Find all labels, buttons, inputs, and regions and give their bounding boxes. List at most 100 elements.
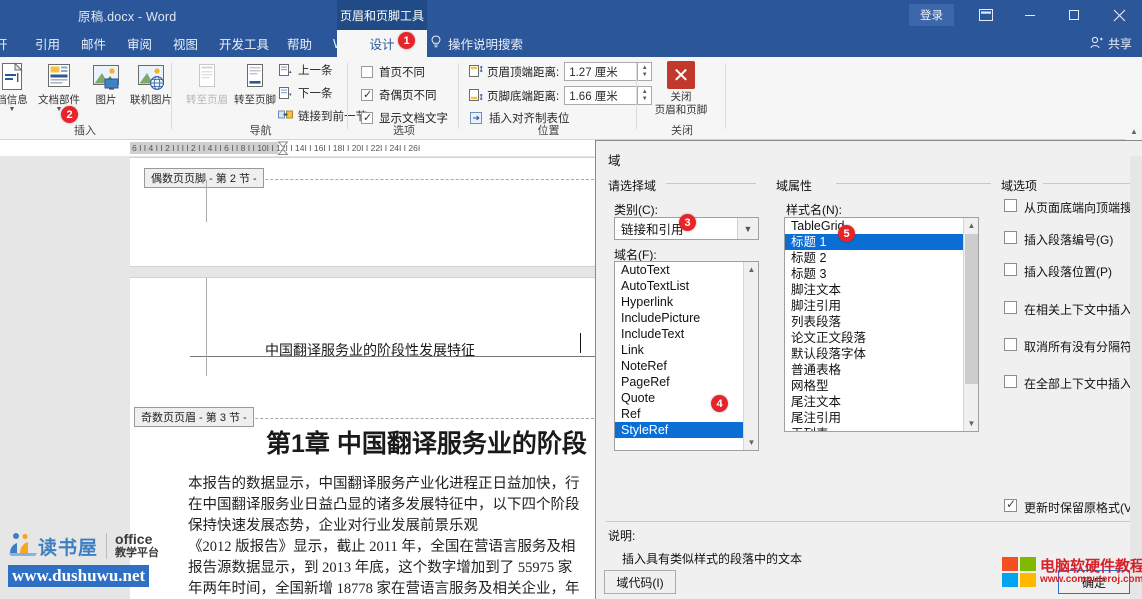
ribbon-button-goto-header[interactable]: 转至页眉 (181, 60, 233, 106)
step-badge-3: 3 (679, 214, 696, 231)
watermark-url: www.dushuwu.net (8, 565, 149, 587)
list-item[interactable]: AutoTextList (615, 278, 758, 294)
option-suppress-nondelimiter[interactable]: 取消所有没有分隔符号的字 (1004, 338, 1142, 355)
scroll-up-arrow[interactable]: ▲ (1126, 122, 1142, 140)
scroll-up-icon[interactable]: ▲ (964, 218, 979, 233)
maximize-icon[interactable] (1052, 0, 1096, 30)
footer-from-bottom-icon (468, 88, 483, 103)
goto-footer-icon (229, 60, 281, 94)
goto-header-icon (181, 60, 233, 94)
tab-mailings[interactable]: 邮件 (72, 30, 115, 57)
field-names-scrollbar[interactable]: ▲ ▼ (743, 262, 758, 450)
ribbon-item-previous[interactable]: 上一条 (277, 62, 333, 78)
list-item[interactable]: Link (615, 342, 758, 358)
style-names-scrollbar[interactable]: ▲ ▼ (963, 218, 978, 431)
section-label-field-properties: 域属性 (776, 177, 812, 194)
checkbox-box[interactable] (1004, 263, 1017, 276)
tab-start-partial[interactable]: 开 (0, 30, 17, 57)
list-item-selected-heading1[interactable]: 标题 1 (785, 234, 978, 250)
spinner-footer-from-bottom-value[interactable]: 1.66 厘米 (564, 86, 638, 105)
checkbox-box[interactable] (1004, 338, 1017, 351)
ribbon-group-close: ✕ 关闭 页眉和页脚 关闭 (638, 57, 726, 140)
group-separator (171, 63, 172, 129)
list-item[interactable]: 尾注引用 (785, 410, 978, 426)
option-insert-paragraph-number[interactable]: 插入段落编号(G) (1004, 231, 1113, 248)
body-paragraph: 本报告的数据显示，中国翻译服务产业化进程正日益加快，行 (188, 474, 580, 495)
scroll-down-icon[interactable]: ▼ (744, 435, 759, 450)
tab-review[interactable]: 审阅 (118, 30, 161, 57)
scroll-down-icon[interactable]: ▼ (964, 416, 979, 431)
list-item[interactable]: 网格型 (785, 378, 978, 394)
option-insert-paragraph-position[interactable]: 插入段落位置(P) (1004, 263, 1112, 280)
category-value: 链接和引用 (621, 219, 684, 238)
scroll-up-icon[interactable]: ▲ (744, 262, 759, 277)
minimize-icon[interactable] (1008, 0, 1052, 30)
list-item-selected-styleref[interactable]: StyleRef (615, 422, 758, 438)
field-codes-button[interactable]: 域代码(I) (604, 570, 676, 594)
share-button[interactable]: 共享 (1090, 30, 1132, 57)
checkbox-box[interactable] (361, 66, 373, 78)
ribbon-group-position: 页眉顶端距离: 1.27 厘米 ▲▼ 页脚底端距离: 1.66 厘米 ▲▼ 插入… (460, 57, 637, 140)
list-item[interactable]: IncludeText (615, 326, 758, 342)
field-names-listbox[interactable]: AutoText AutoTextList Hyperlink IncludeP… (614, 261, 759, 451)
scrollbar-thumb[interactable] (965, 234, 978, 384)
page-header-text: 中国翻译服务业的阶段性发展特征 (265, 340, 475, 360)
checkbox-box[interactable] (1004, 375, 1017, 388)
list-item[interactable]: 无列表 (785, 426, 978, 432)
list-item[interactable]: 论文正文段落 (785, 330, 978, 346)
text-cursor (580, 333, 581, 353)
indent-marker[interactable] (277, 141, 288, 155)
close-header-footer-icon: ✕ (667, 61, 695, 89)
list-item[interactable]: IncludePicture (615, 310, 758, 326)
list-item[interactable]: PageRef (615, 374, 758, 390)
tell-me-search[interactable]: 操作说明搜索 (430, 30, 523, 57)
list-item[interactable]: 列表段落 (785, 314, 978, 330)
checkbox-different-first-page-label: 首页不同 (379, 64, 425, 80)
list-item[interactable]: TableGrid (785, 218, 978, 234)
list-item[interactable]: Ref (615, 406, 758, 422)
ribbon-button-quick-parts[interactable]: 文档部件 ▼ (33, 60, 85, 114)
checkbox-box[interactable] (1004, 499, 1017, 512)
checkbox-different-first-page[interactable]: 首页不同 (361, 64, 425, 80)
list-item[interactable]: 脚注文本 (785, 282, 978, 298)
section-divider (1043, 183, 1142, 184)
tab-view[interactable]: 视图 (164, 30, 207, 57)
ribbon-button-goto-footer[interactable]: 转至页脚 (229, 60, 281, 106)
option-insert-in-full-context[interactable]: 在全部上下文中插入段落号 (1004, 375, 1142, 392)
checkbox-different-odd-even[interactable]: 奇偶页不同 (361, 87, 437, 103)
body-paragraph: 在中国翻译服务业日益凸显的诸多发展特征中，以下四个阶段 (188, 495, 580, 516)
list-item[interactable]: 默认段落字体 (785, 346, 978, 362)
list-item[interactable]: AutoText (615, 262, 758, 278)
chevron-down-icon[interactable]: ▼ (737, 218, 758, 239)
tab-developer[interactable]: 开发工具 (210, 30, 278, 57)
list-item[interactable]: Hyperlink (615, 294, 758, 310)
list-item[interactable]: 标题 2 (785, 250, 978, 266)
option-preserve-formatting[interactable]: 更新时保留原格式(V) (1004, 499, 1136, 516)
list-item[interactable]: Quote (615, 390, 758, 406)
tab-help[interactable]: 帮助 (278, 30, 321, 57)
style-names-listbox[interactable]: TableGrid 标题 1 标题 2 标题 3 脚注文本 脚注引用 列表段落 … (784, 217, 979, 432)
spinner-header-from-top-value[interactable]: 1.27 厘米 (564, 62, 638, 81)
option-insert-paragraph-position-label: 插入段落位置(P) (1024, 263, 1112, 280)
spinner-footer-from-bottom: 页脚底端距离: 1.66 厘米 ▲▼ (468, 86, 652, 105)
list-item[interactable]: 普通表格 (785, 362, 978, 378)
checkbox-box[interactable] (1004, 199, 1017, 212)
list-item[interactable]: NoteRef (615, 358, 758, 374)
close-icon[interactable] (1096, 0, 1142, 30)
checkbox-box[interactable] (1004, 231, 1017, 244)
list-item[interactable]: 脚注引用 (785, 298, 978, 314)
ribbon-display-options-icon[interactable] (964, 0, 1008, 30)
checkbox-box[interactable] (361, 89, 373, 101)
tab-references[interactable]: 引用 (26, 30, 69, 57)
list-item[interactable]: 尾注文本 (785, 394, 978, 410)
list-item[interactable]: 标题 3 (785, 266, 978, 282)
body-paragraph: 报告源数据显示，到 2013 年底，这个数字增加到了 55975 家 (188, 558, 572, 579)
ribbon-group-insert-label: 插入 (0, 122, 180, 138)
checkbox-box[interactable] (1004, 301, 1017, 314)
option-search-from-bottom[interactable]: 从页面底端向顶端搜索(B) (1004, 199, 1142, 216)
option-insert-in-relative-context[interactable]: 在相关上下文中插入段落号 (1004, 301, 1142, 318)
ribbon-button-close-header-footer[interactable]: ✕ 关闭 页眉和页脚 (648, 61, 714, 117)
description-label: 说明: (608, 527, 635, 544)
sign-in-button[interactable]: 登录 (909, 4, 954, 26)
ribbon-item-next[interactable]: 下一条 (277, 85, 333, 101)
